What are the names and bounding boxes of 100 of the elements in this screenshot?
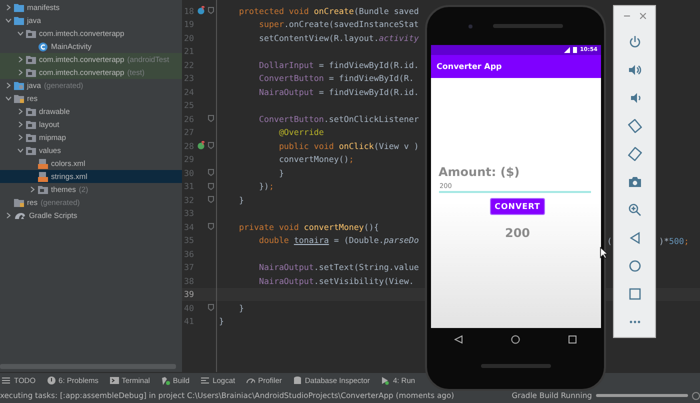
folder-icon	[26, 146, 36, 155]
fold-marker-icon[interactable]	[208, 223, 214, 230]
line-number: 33	[183, 208, 195, 218]
folder-icon	[14, 94, 24, 103]
database-icon	[292, 376, 302, 386]
class-icon	[38, 42, 48, 52]
line-number: 41	[183, 316, 195, 326]
folder-icon	[26, 133, 36, 142]
code-line: double tonaira = (Double.parseDo	[258, 235, 419, 246]
back-icon[interactable]	[628, 231, 642, 245]
fold-marker-icon[interactable]	[208, 196, 214, 204]
info-icon	[46, 376, 56, 386]
line-number: 18	[183, 6, 195, 16]
line-number: 39	[183, 289, 195, 300]
gauge-icon	[246, 376, 256, 386]
convert-button[interactable]: CONVERT	[490, 198, 546, 215]
folder-icon	[14, 81, 24, 90]
folder-icon	[26, 107, 36, 116]
folder-icon	[26, 29, 36, 38]
line-number: 28	[183, 140, 195, 151]
code-line: super.onCreate(savedInstanceStat	[258, 19, 419, 30]
terminal-icon	[110, 376, 119, 386]
code-line: }	[238, 194, 244, 205]
chevron-right-icon[interactable]	[16, 56, 24, 63]
fold-marker-icon[interactable]	[208, 304, 214, 312]
home-icon[interactable]	[510, 334, 520, 344]
speaker-grille-icon	[480, 364, 550, 368]
chevron-down-icon[interactable]	[4, 95, 12, 102]
chevron-right-icon[interactable]	[16, 121, 24, 128]
code-line: public void onClick(View v )	[278, 140, 419, 151]
chevron-right-icon[interactable]	[16, 108, 24, 115]
chevron-right-icon[interactable]	[16, 134, 24, 141]
folder-icon	[38, 185, 48, 194]
line-number: 37	[183, 262, 195, 272]
line-number: 31	[183, 181, 195, 192]
line-number: 21	[183, 46, 195, 56]
code-line: NairaOutput = findViewById(R.id.	[258, 86, 419, 97]
amount-label: Amount: ($)	[438, 165, 521, 179]
chevron-right-icon[interactable]	[16, 69, 24, 76]
line-number: 36	[183, 248, 195, 259]
line-number: 38	[183, 276, 195, 286]
line-number: 35	[183, 235, 195, 246]
code-line: NairaOutput.setText(String.value	[258, 262, 419, 272]
battery-icon	[572, 47, 577, 53]
line-number: 30	[183, 168, 195, 178]
line-number: 40	[183, 302, 195, 313]
xml-file-icon	[38, 158, 48, 168]
override-marker-icon	[196, 6, 206, 16]
chevron-right-icon[interactable]	[4, 212, 12, 219]
code-line: private void convertMoney(){	[238, 222, 379, 232]
implements-marker-icon	[196, 141, 206, 150]
line-number: 23	[183, 73, 195, 84]
fold-marker-icon[interactable]	[208, 115, 214, 122]
code-line: });	[258, 181, 274, 192]
code-fragment: (	[607, 236, 612, 246]
chevron-down-icon[interactable]	[16, 147, 24, 154]
fold-marker-icon[interactable]	[208, 182, 214, 190]
code-line: DollarInput = findViewById(R.id.	[258, 60, 419, 70]
zoom-icon[interactable]	[628, 203, 642, 217]
fold-marker-icon[interactable]	[208, 7, 214, 14]
code-line: setContentView(R.layout.activity	[258, 32, 419, 43]
line-number: 25	[183, 100, 195, 110]
overview-icon[interactable]	[568, 334, 577, 344]
line-number: 24	[183, 86, 195, 97]
mouse-cursor-icon	[600, 247, 608, 259]
line-number: 34	[183, 222, 195, 232]
chevron-right-icon[interactable]	[4, 4, 12, 11]
play-icon	[380, 376, 390, 386]
fold-marker-icon[interactable]	[208, 169, 214, 176]
fold-marker-icon[interactable]	[208, 142, 214, 150]
cancel-icon[interactable]	[692, 392, 700, 400]
code-fragment: )*500;	[659, 236, 689, 246]
scrollbar[interactable]	[0, 364, 176, 369]
line-number: 22	[183, 60, 195, 70]
line-number: 20	[183, 32, 195, 43]
power-icon[interactable]	[628, 35, 642, 49]
line-number: 19	[183, 19, 195, 30]
camera-icon[interactable]	[628, 175, 642, 189]
list-icon	[2, 376, 11, 386]
code-line: }	[278, 168, 284, 178]
home-icon[interactable]	[628, 259, 642, 273]
signal-icon	[564, 47, 570, 53]
chevron-right-icon[interactable]	[28, 186, 36, 193]
close-icon[interactable]	[640, 13, 646, 19]
chevron-down-icon[interactable]	[4, 17, 12, 24]
folder-icon	[14, 198, 24, 207]
overview-icon[interactable]	[628, 287, 642, 301]
code-line: NairaOutput.setVisibility(View.	[258, 276, 414, 286]
chevron-right-icon[interactable]	[4, 82, 12, 89]
volume-up-icon[interactable]	[628, 63, 642, 77]
code-line: ConvertButton = findViewById(R.	[258, 73, 414, 84]
minimize-icon[interactable]	[624, 13, 630, 19]
back-icon[interactable]	[454, 334, 464, 344]
converted-amount: 200	[504, 226, 530, 240]
line-number: 29	[183, 154, 195, 164]
code-line: convertMoney();	[278, 154, 354, 164]
chevron-down-icon[interactable]	[16, 30, 24, 37]
camera-lens-icon	[468, 24, 473, 28]
app-title: Converter App	[436, 62, 502, 71]
code-line: ConvertButton.setOnClickListener	[258, 114, 419, 124]
